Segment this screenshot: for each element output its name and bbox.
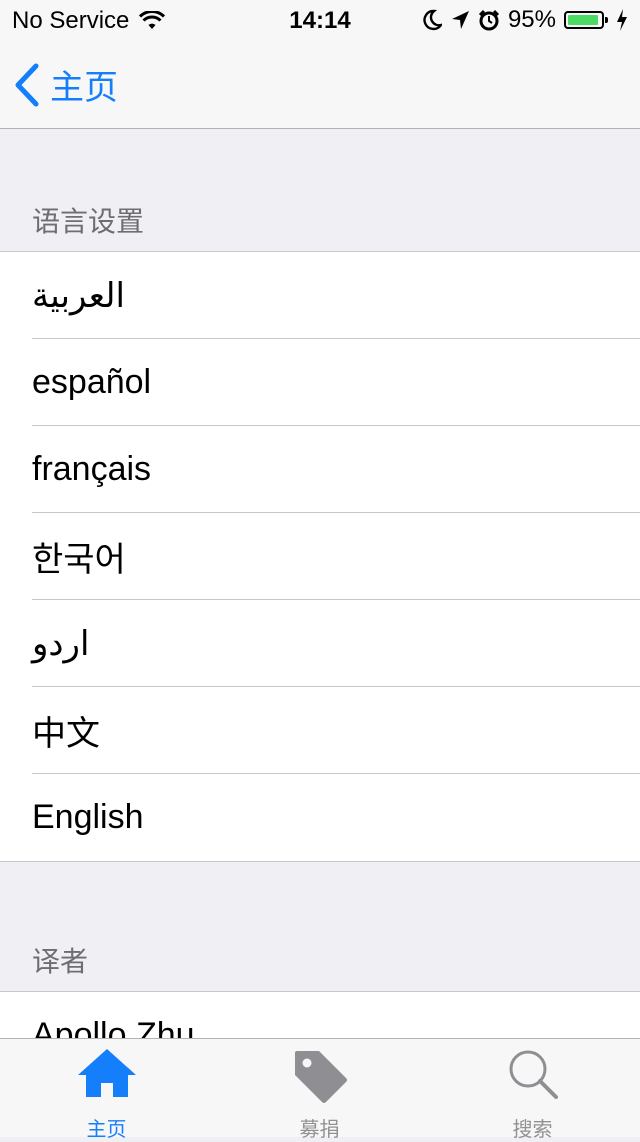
- language-item-chinese[interactable]: 中文: [0, 687, 640, 774]
- status-right: 95%: [422, 6, 628, 34]
- tab-search-label: 搜索: [512, 1119, 553, 1141]
- location-arrow-icon: [451, 11, 469, 29]
- tab-donate[interactable]: 募捐: [213, 1039, 426, 1141]
- home-icon: [77, 1049, 136, 1097]
- back-button[interactable]: 主页: [14, 60, 118, 109]
- back-label: 主页: [50, 69, 118, 107]
- tag-icon: [294, 1051, 347, 1103]
- language-item-spanish[interactable]: español: [0, 339, 640, 426]
- battery-icon: [564, 11, 608, 29]
- moon-icon: [423, 9, 442, 31]
- charging-bolt-icon: [617, 9, 627, 31]
- tab-donate-label: 募捐: [299, 1119, 340, 1141]
- navigation-bar: 主页: [0, 40, 640, 129]
- language-item-english[interactable]: English: [0, 774, 640, 861]
- tab-home-label: 主页: [86, 1119, 127, 1141]
- tab-home[interactable]: 主页: [0, 1039, 213, 1141]
- search-icon: [509, 1050, 558, 1099]
- chevron-left-icon: [15, 63, 39, 106]
- tab-bar: 主页 募捐 搜索: [0, 1038, 640, 1141]
- section-header-language: 语言设置: [32, 206, 145, 237]
- tab-search[interactable]: 搜索: [426, 1039, 639, 1141]
- battery-percent: 95%: [507, 6, 556, 33]
- language-item-arabic[interactable]: العربية: [0, 252, 640, 339]
- section-header-translators: 译者: [32, 946, 89, 977]
- language-item-french[interactable]: français: [0, 426, 640, 513]
- language-list: العربية español français 한국어 اردو 中文 Eng…: [0, 251, 640, 862]
- language-item-korean[interactable]: 한국어: [0, 513, 640, 600]
- status-bar: No Service 14:14 95%: [0, 0, 640, 40]
- language-item-urdu[interactable]: اردو: [0, 600, 640, 687]
- alarm-icon: [478, 9, 500, 31]
